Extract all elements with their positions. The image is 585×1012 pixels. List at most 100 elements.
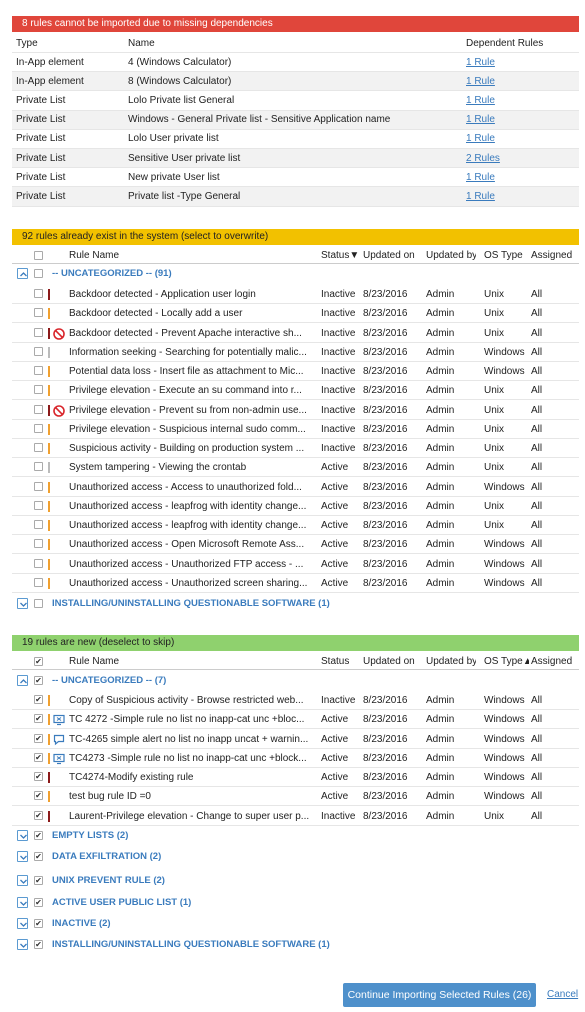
table-row[interactable]: ✔ TC4274-Modify existing rule Active 8/23/2… [12, 768, 579, 788]
table-row[interactable]: Unauthorized access - leapfrog with iden… [12, 516, 579, 536]
row-checkbox[interactable]: ✔ [34, 752, 43, 762]
group-header[interactable]: -- UNCATEGORIZED -- (91) [12, 265, 579, 283]
group-checkbox[interactable]: ✔ [34, 831, 43, 840]
group-header[interactable]: ✔ INSTALLING/UNINSTALLING QUESTIONABLE SO… [12, 936, 579, 954]
table-row[interactable]: ✔ Copy of Suspicious activity - Browse re… [12, 691, 579, 711]
dependent-rules-link[interactable]: 1 Rule [466, 95, 495, 106]
group-checkbox[interactable] [34, 599, 43, 608]
select-all-checkbox[interactable]: ✔ [34, 657, 43, 666]
collapse-chevron-icon[interactable] [17, 268, 28, 279]
row-checkbox[interactable] [34, 423, 43, 433]
row-checkbox[interactable] [34, 327, 43, 337]
table-row[interactable]: System tampering - Viewing the crontab Ac… [12, 458, 579, 478]
expand-chevron-icon[interactable] [17, 939, 28, 950]
group-checkbox[interactable]: ✔ [34, 919, 43, 928]
group-header[interactable]: ✔ INACTIVE (2) [12, 915, 579, 933]
severity-indicator [48, 346, 50, 358]
expand-chevron-icon[interactable] [17, 897, 28, 908]
table-row[interactable]: Suspicious activity - Building on produc… [12, 439, 579, 459]
expand-chevron-icon[interactable] [17, 875, 28, 886]
row-checkbox[interactable] [34, 289, 43, 298]
group-header[interactable]: ✔ DATA EXFILTRATION (2) [12, 848, 579, 866]
row-checkbox[interactable] [34, 385, 43, 395]
row-checkbox[interactable] [34, 404, 43, 414]
table-row[interactable]: Privilege elevation - Prevent su from no… [12, 401, 579, 420]
rule-updated-by: Admin [426, 289, 455, 300]
rule-updated-by: Admin [426, 366, 455, 377]
select-all-checkbox[interactable] [34, 251, 43, 260]
row-checkbox[interactable] [34, 346, 43, 356]
rule-updated-by: Admin [426, 733, 455, 745]
row-checkbox[interactable] [34, 520, 43, 529]
table-row[interactable]: Backdoor detected - Locally add a user In… [12, 304, 579, 324]
dependent-rules-link[interactable]: 1 Rule [466, 57, 495, 68]
dependent-rules-link[interactable]: 1 Rule [466, 133, 495, 144]
row-checkbox[interactable]: ✔ [34, 810, 43, 820]
group-header[interactable]: ✔ -- UNCATEGORIZED -- (7) [12, 672, 579, 690]
group-checkbox[interactable]: ✔ [34, 898, 43, 907]
row-checkbox[interactable] [34, 481, 43, 491]
table-row[interactable]: Unauthorized access - Unauthorized FTP a… [12, 555, 579, 574]
group-checkbox[interactable]: ✔ [34, 676, 43, 685]
table-row[interactable]: ✔ TC 4272 -Simple rule no list no inapp-c… [12, 710, 579, 730]
table-row[interactable]: Information seeking - Searching for pote… [12, 343, 579, 362]
rule-updated-on: 8/23/2016 [363, 577, 408, 589]
row-checkbox[interactable] [34, 500, 43, 510]
row-checkbox[interactable] [34, 366, 43, 375]
collapse-chevron-icon[interactable] [17, 675, 28, 686]
dependent-rules-link[interactable]: 1 Rule [466, 114, 495, 125]
rule-name: Backdoor detected - Locally add a user [69, 308, 243, 320]
group-checkbox[interactable] [34, 269, 43, 278]
group-checkbox[interactable]: ✔ [34, 940, 43, 949]
table-row[interactable]: ✔ Laurent-Privilege elevation - Change to… [12, 807, 579, 826]
expand-chevron-icon[interactable] [17, 598, 28, 609]
table-row[interactable]: Privilege elevation - Suspicious interna… [12, 420, 579, 439]
row-checkbox[interactable]: ✔ [34, 772, 43, 781]
row-checkbox[interactable] [34, 308, 43, 318]
existing-rules-banner: 92 rules already exist in the system (se… [12, 229, 579, 245]
rule-updated-on: 8/23/2016 [363, 443, 408, 454]
table-row[interactable]: ✔ TC4273 -Simple rule no list no inapp-ca… [12, 749, 579, 768]
row-checkbox[interactable] [34, 443, 43, 452]
row-checkbox[interactable]: ✔ [34, 733, 43, 743]
table-row[interactable]: Unauthorized access - Unauthorized scree… [12, 574, 579, 593]
table-row[interactable]: Privilege elevation - Execute an su comm… [12, 381, 579, 401]
continue-import-button[interactable]: Continue Importing Selected Rules (26) [343, 983, 536, 1007]
group-checkbox[interactable]: ✔ [34, 876, 43, 885]
dependent-rules-link[interactable]: 2 Rules [466, 153, 500, 164]
table-row[interactable]: Backdoor detected - Prevent Apache inter… [12, 324, 579, 343]
new-rules-banner: 19 rules are new (deselect to skip) [12, 635, 579, 651]
group-header[interactable]: INSTALLING/UNINSTALLING QUESTIONABLE SOF… [12, 595, 579, 613]
table-row[interactable]: Backdoor detected - Application user log… [12, 285, 579, 305]
row-checkbox[interactable] [34, 462, 43, 472]
rule-status: Active [321, 481, 349, 493]
dependent-rules-link[interactable]: 1 Rule [466, 191, 495, 202]
rule-status: Inactive [321, 366, 356, 377]
table-row[interactable]: Unauthorized access - leapfrog with iden… [12, 497, 579, 516]
group-header[interactable]: ✔ UNIX PREVENT RULE (2) [12, 872, 579, 890]
dependent-rules-link[interactable]: 1 Rule [466, 76, 495, 87]
table-row[interactable]: Unauthorized access - Open Microsoft Rem… [12, 535, 579, 555]
row-checkbox[interactable] [34, 558, 43, 568]
row-checkbox[interactable]: ✔ [34, 791, 43, 801]
row-checkbox[interactable] [34, 539, 43, 549]
table-row[interactable]: Unauthorized access - Access to unauthor… [12, 478, 579, 497]
expand-chevron-icon[interactable] [17, 830, 28, 841]
dependency-row: In-App element 4 (Windows Calculator) 1 Ru… [12, 53, 579, 73]
group-header[interactable]: ✔ ACTIVE USER PUBLIC LIST (1) [12, 894, 579, 912]
table-row[interactable]: ✔ TC-4265 simple alert no list no inapp u… [12, 730, 579, 749]
expand-chevron-icon[interactable] [17, 918, 28, 929]
row-checkbox[interactable] [34, 577, 43, 587]
row-checkbox[interactable]: ✔ [34, 714, 43, 724]
dependent-rules-link[interactable]: 1 Rule [466, 172, 495, 183]
rule-os-type: Windows [484, 791, 525, 803]
group-header[interactable]: ✔ EMPTY LISTS (2) [12, 827, 579, 845]
rule-updated-on: 8/23/2016 [363, 308, 408, 320]
table-row[interactable]: Potential data loss - Insert file as att… [12, 362, 579, 382]
rule-name: Unauthorized access - Access to unauthor… [69, 481, 302, 493]
expand-chevron-icon[interactable] [17, 851, 28, 862]
group-checkbox[interactable]: ✔ [34, 852, 43, 861]
table-row[interactable]: ✔ test bug rule ID =0 Active 8/23/2016 Admin… [12, 787, 579, 807]
row-checkbox[interactable]: ✔ [34, 695, 43, 704]
cancel-link[interactable]: Cancel [547, 989, 578, 1000]
